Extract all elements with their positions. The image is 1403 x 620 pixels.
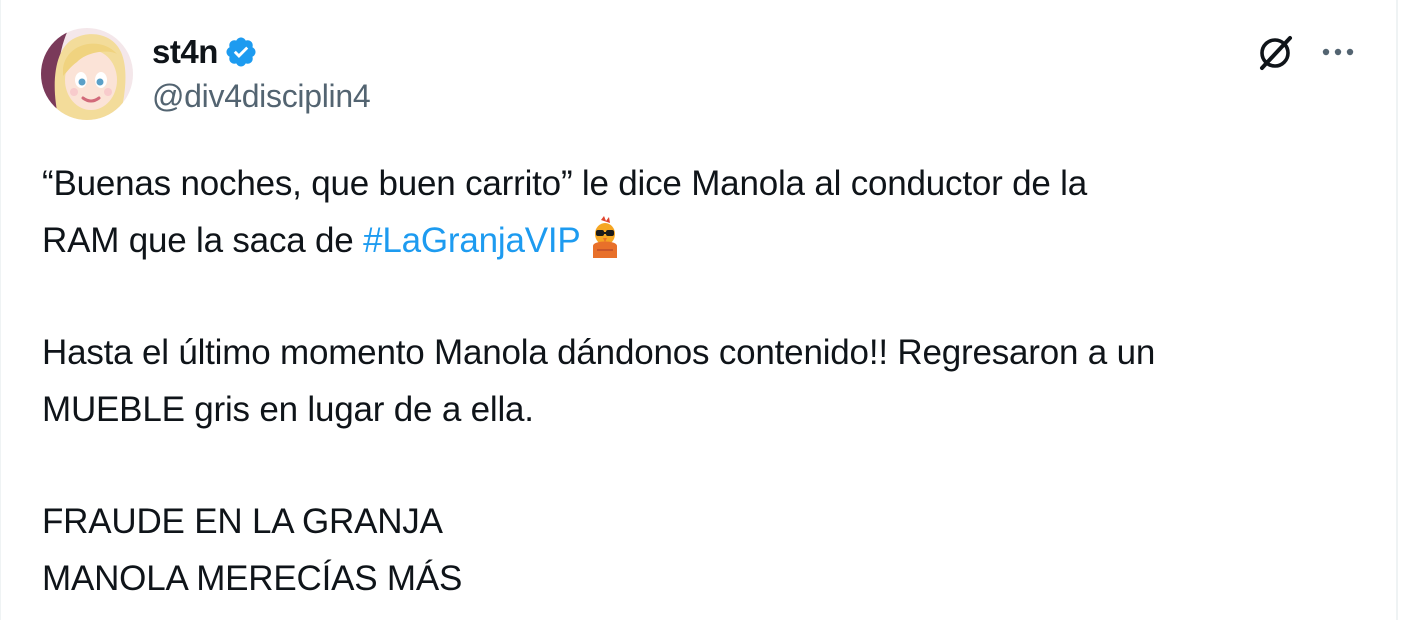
tweet-line-1: “Buenas noches, que buen carrito” le dic… bbox=[42, 164, 1088, 203]
display-name[interactable]: st4n bbox=[152, 33, 218, 71]
avatar[interactable] bbox=[41, 28, 133, 120]
tweet-line-6: MANOLA MERECÍAS MÁS bbox=[42, 558, 463, 598]
tweet-line-5: FRAUDE EN LA GRANJA bbox=[42, 502, 443, 541]
tweet-line-4: MUEBLE gris en lugar de a ella. bbox=[42, 389, 534, 429]
tweet-text: “Buenas noches, que buen carrito” le dic… bbox=[42, 156, 1382, 607]
hashtag-rooster-emoji-icon[interactable] bbox=[587, 215, 623, 258]
author-handle[interactable]: @div4disciplin4 bbox=[152, 78, 371, 115]
more-dots-icon[interactable] bbox=[1317, 36, 1359, 68]
author-name-row[interactable]: st4n bbox=[152, 30, 258, 74]
tweet-line-2-text: RAM que la saca de bbox=[42, 220, 364, 260]
cartoon-blonde-girl-avatar-icon bbox=[41, 28, 133, 120]
tweet-card[interactable]: st4n @div4disciplin4 “Buenas noches, que… bbox=[0, 0, 1398, 620]
verified-badge-icon[interactable] bbox=[224, 35, 258, 69]
hashtag-link[interactable]: #LaGranjaVIP bbox=[363, 221, 581, 260]
grok-icon[interactable] bbox=[1254, 32, 1296, 74]
tweet-line-2: RAM que la saca de #LaGranjaVIP bbox=[42, 213, 1382, 270]
tweet-line-3: Hasta el último momento Manola dándonos … bbox=[42, 333, 1156, 372]
